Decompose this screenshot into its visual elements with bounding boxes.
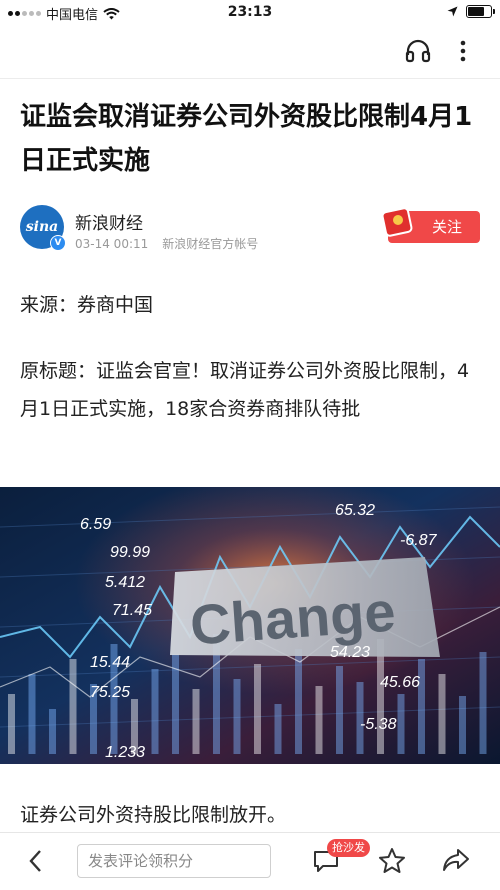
battery-icon [466, 5, 495, 18]
author-meta: 03-14 00:11 新浪财经官方帐号 [75, 235, 258, 252]
sofa-badge: 抢沙发 [327, 839, 370, 857]
avatar-logo-text: sina [25, 219, 59, 235]
hero-number: 45.66 [380, 674, 420, 691]
hero-image: Change 6.59 99.99 5.412 71.45 15.44 75.25 1.23… [0, 487, 500, 764]
status-time: 23:13 [227, 4, 273, 20]
hero-number: 99.99 [110, 544, 150, 561]
candle-bar [459, 696, 466, 754]
hero-number: 75.25 [90, 684, 130, 701]
hero-number: -6.87 [400, 532, 438, 549]
author-name[interactable]: 新浪财经 [75, 209, 143, 234]
candle-bar [315, 686, 323, 754]
bottom-bar: 发表评论领积分 抢沙发 [0, 832, 500, 890]
candle-bar [69, 659, 77, 754]
location-icon [447, 6, 458, 17]
candle-bar [397, 694, 405, 754]
candle-bar [192, 689, 200, 754]
follow-label: 关注 [431, 218, 462, 236]
candle-bar [274, 704, 282, 754]
hero-number: 6.59 [80, 516, 111, 533]
red-envelope-icon [381, 207, 413, 237]
article-title: 证监会取消证券公司外资股比限制4月1日正式实施 [20, 102, 473, 176]
candle-bar [479, 652, 487, 754]
candle-bar [254, 664, 261, 754]
hero-number: 65.32 [335, 502, 375, 519]
hero-image-art: Change 6.5999.995.41271.4515.4475.251.23… [0, 487, 500, 764]
author-row: sina V 新浪财经 03-14 00:11 新浪财经官方帐号 关注 [20, 205, 480, 255]
account-type: 新浪财经官方帐号 [162, 237, 259, 251]
status-bar: 中国电信 23:13 [0, 0, 500, 26]
hero-number: 71.45 [112, 602, 152, 619]
verified-icon: V [50, 235, 66, 251]
candle-bar [151, 669, 159, 754]
star-icon[interactable] [378, 847, 406, 874]
comment-input[interactable]: 发表评论领积分 [77, 844, 271, 878]
source-paragraph: 来源：券商中国 [20, 294, 154, 316]
more-icon[interactable] [458, 39, 468, 63]
candle-bar [28, 674, 36, 754]
share-icon[interactable] [442, 848, 470, 872]
headphones-icon[interactable] [405, 39, 431, 63]
original-title-paragraph: 原标题：证监会官宣！取消证券公司外资股比限制，4月1日正式实施，18家合资券商排… [20, 360, 470, 420]
hero-number: 5.412 [105, 574, 145, 591]
back-icon[interactable] [28, 849, 42, 873]
publish-date: 03-14 00:11 [75, 237, 149, 251]
body-paragraph: 证券公司外资持股比限制放开。 [20, 804, 287, 826]
candle-bar [49, 709, 56, 754]
candle-bar [8, 694, 15, 754]
status-right [447, 5, 495, 18]
top-bar [0, 26, 500, 79]
candle-bar [336, 666, 343, 754]
hero-number: -5.38 [360, 716, 397, 733]
hero-number: 1.233 [105, 744, 145, 761]
candle-bar [295, 649, 302, 754]
hero-number: 54.23 [330, 644, 370, 661]
hero-number: 15.44 [90, 654, 130, 671]
candle-bar [438, 674, 446, 754]
candle-bar [233, 679, 241, 754]
